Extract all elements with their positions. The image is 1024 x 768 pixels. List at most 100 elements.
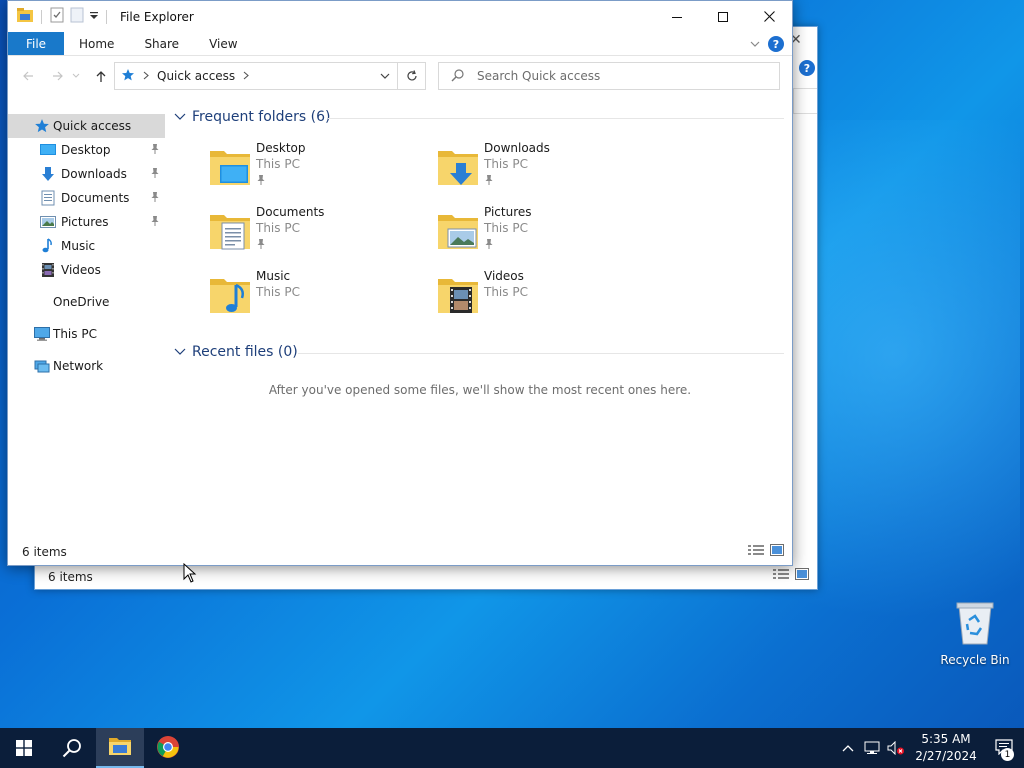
desktop-folder-icon — [208, 143, 252, 187]
start-button[interactable] — [0, 728, 48, 768]
taskbar-chrome[interactable] — [144, 728, 192, 768]
folder-tile-music[interactable]: Music This PC — [208, 269, 428, 325]
details-view-icon[interactable] — [748, 544, 764, 559]
tab-share[interactable]: Share — [129, 32, 194, 55]
nav-quick-access[interactable]: Quick access — [8, 114, 165, 138]
recycle-bin[interactable]: Recycle Bin — [940, 600, 1010, 667]
bg-help-icon[interactable]: ? — [799, 60, 815, 76]
nav-label: Videos — [61, 263, 101, 277]
back-button[interactable] — [16, 64, 40, 88]
qat-dropdown-icon[interactable] — [89, 10, 99, 24]
music-note-icon — [40, 238, 56, 254]
nav-network[interactable]: Network — [8, 354, 165, 378]
tab-file[interactable]: File — [8, 32, 64, 55]
search-button[interactable] — [48, 728, 96, 768]
forward-button[interactable] — [46, 64, 70, 88]
explorer-folder-icon[interactable] — [16, 7, 34, 26]
nav-label: Pictures — [61, 215, 109, 229]
downloads-folder-icon — [436, 143, 480, 187]
clock[interactable]: 5:35 AM 2/27/2024 — [908, 731, 984, 765]
recent-locations-icon[interactable] — [70, 64, 82, 88]
ribbon-tabs: File Home Share View ? — [8, 32, 792, 56]
address-bar[interactable]: Quick access — [114, 62, 426, 90]
breadcrumb-quick-access[interactable]: Quick access — [157, 69, 235, 83]
collapse-chevron-icon[interactable] — [174, 109, 186, 125]
pin-icon[interactable] — [150, 167, 160, 182]
folder-tile-pictures[interactable]: Pictures This PC — [436, 205, 656, 261]
item-count: 6 items — [22, 545, 67, 559]
quick-access-toolbar — [16, 7, 110, 26]
folder-tile-videos[interactable]: Videos This PC — [436, 269, 656, 325]
pin-icon[interactable] — [150, 191, 160, 206]
network-status-icon[interactable] — [860, 741, 884, 755]
file-explorer-window[interactable]: File Explorer File Home Share View ? Qui… — [7, 0, 793, 566]
clock-time: 5:35 AM — [921, 732, 971, 746]
refresh-button[interactable] — [397, 63, 425, 89]
nav-music[interactable]: Music — [8, 234, 165, 258]
maximize-button[interactable] — [700, 1, 746, 32]
folder-tile-documents[interactable]: Documents This PC — [208, 205, 428, 261]
volume-muted-icon[interactable] — [884, 741, 908, 755]
pictures-folder-icon — [436, 207, 480, 251]
nav-pictures[interactable]: Pictures — [8, 210, 165, 234]
nav-videos[interactable]: Videos — [8, 258, 165, 282]
bg-item-count: 6 items — [48, 570, 93, 584]
folder-name: Videos — [484, 269, 524, 283]
breadcrumb-chevron-icon[interactable] — [143, 69, 149, 83]
folder-name: Music — [256, 269, 291, 283]
pin-icon[interactable] — [150, 215, 160, 230]
close-button[interactable] — [746, 1, 792, 32]
pin-icon — [484, 238, 494, 253]
folder-tile-downloads[interactable]: Downloads This PC — [436, 141, 656, 197]
folder-name: Pictures — [484, 205, 532, 219]
nav-downloads[interactable]: Downloads — [8, 162, 165, 186]
folder-tile-desktop[interactable]: Desktop This PC — [208, 141, 428, 197]
minimize-button[interactable] — [654, 1, 700, 32]
recent-files-header[interactable]: Recent files (0) — [174, 344, 298, 360]
desktop-icon — [40, 142, 56, 158]
folder-location: This PC — [484, 221, 528, 235]
nav-this-pc[interactable]: This PC — [8, 322, 165, 346]
breadcrumb-chevron-icon[interactable] — [243, 69, 250, 83]
taskbar-file-explorer[interactable] — [96, 728, 144, 768]
nav-label: Music — [61, 239, 96, 253]
collapse-chevron-icon[interactable] — [174, 344, 186, 360]
large-icons-view-icon[interactable] — [795, 568, 809, 583]
tab-home[interactable]: Home — [64, 32, 129, 55]
frequent-folders-header[interactable]: Frequent folders (6) — [174, 109, 331, 125]
nav-desktop[interactable]: Desktop — [8, 138, 165, 162]
status-bar: 6 items — [8, 539, 792, 565]
folder-location: This PC — [484, 285, 528, 299]
help-icon[interactable]: ? — [768, 36, 784, 52]
search-icon — [451, 68, 465, 85]
document-icon — [40, 190, 56, 206]
address-dropdown-icon[interactable] — [373, 73, 397, 80]
expand-ribbon-icon[interactable] — [750, 37, 760, 51]
nav-onedrive[interactable]: OneDrive — [8, 290, 165, 314]
new-folder-icon[interactable] — [69, 7, 85, 26]
action-center-button[interactable]: 1 — [984, 728, 1024, 768]
nav-label: Desktop — [61, 143, 111, 157]
group-title: Frequent folders (6) — [192, 109, 331, 125]
up-button[interactable] — [89, 64, 113, 88]
pin-icon[interactable] — [150, 143, 160, 158]
recycle-bin-label: Recycle Bin — [940, 653, 1010, 667]
tab-view[interactable]: View — [194, 32, 252, 55]
show-hidden-icons-icon[interactable] — [836, 744, 860, 752]
large-icons-view-icon[interactable] — [770, 544, 784, 559]
chrome-icon — [156, 735, 180, 762]
file-explorer-icon — [108, 736, 132, 759]
bg-status-bar: 6 items — [35, 565, 817, 589]
folder-location: This PC — [256, 221, 300, 235]
properties-icon[interactable] — [49, 7, 65, 26]
nav-label: OneDrive — [53, 295, 110, 309]
title-bar[interactable]: File Explorer — [8, 1, 792, 32]
search-input[interactable]: Search Quick access — [438, 62, 780, 90]
computer-icon — [34, 326, 50, 342]
details-view-icon[interactable] — [773, 568, 789, 583]
nav-documents[interactable]: Documents — [8, 186, 165, 210]
pin-icon — [256, 174, 266, 189]
nav-label: This PC — [53, 327, 97, 341]
window-title: File Explorer — [120, 9, 194, 24]
mouse-cursor-icon — [183, 562, 197, 586]
